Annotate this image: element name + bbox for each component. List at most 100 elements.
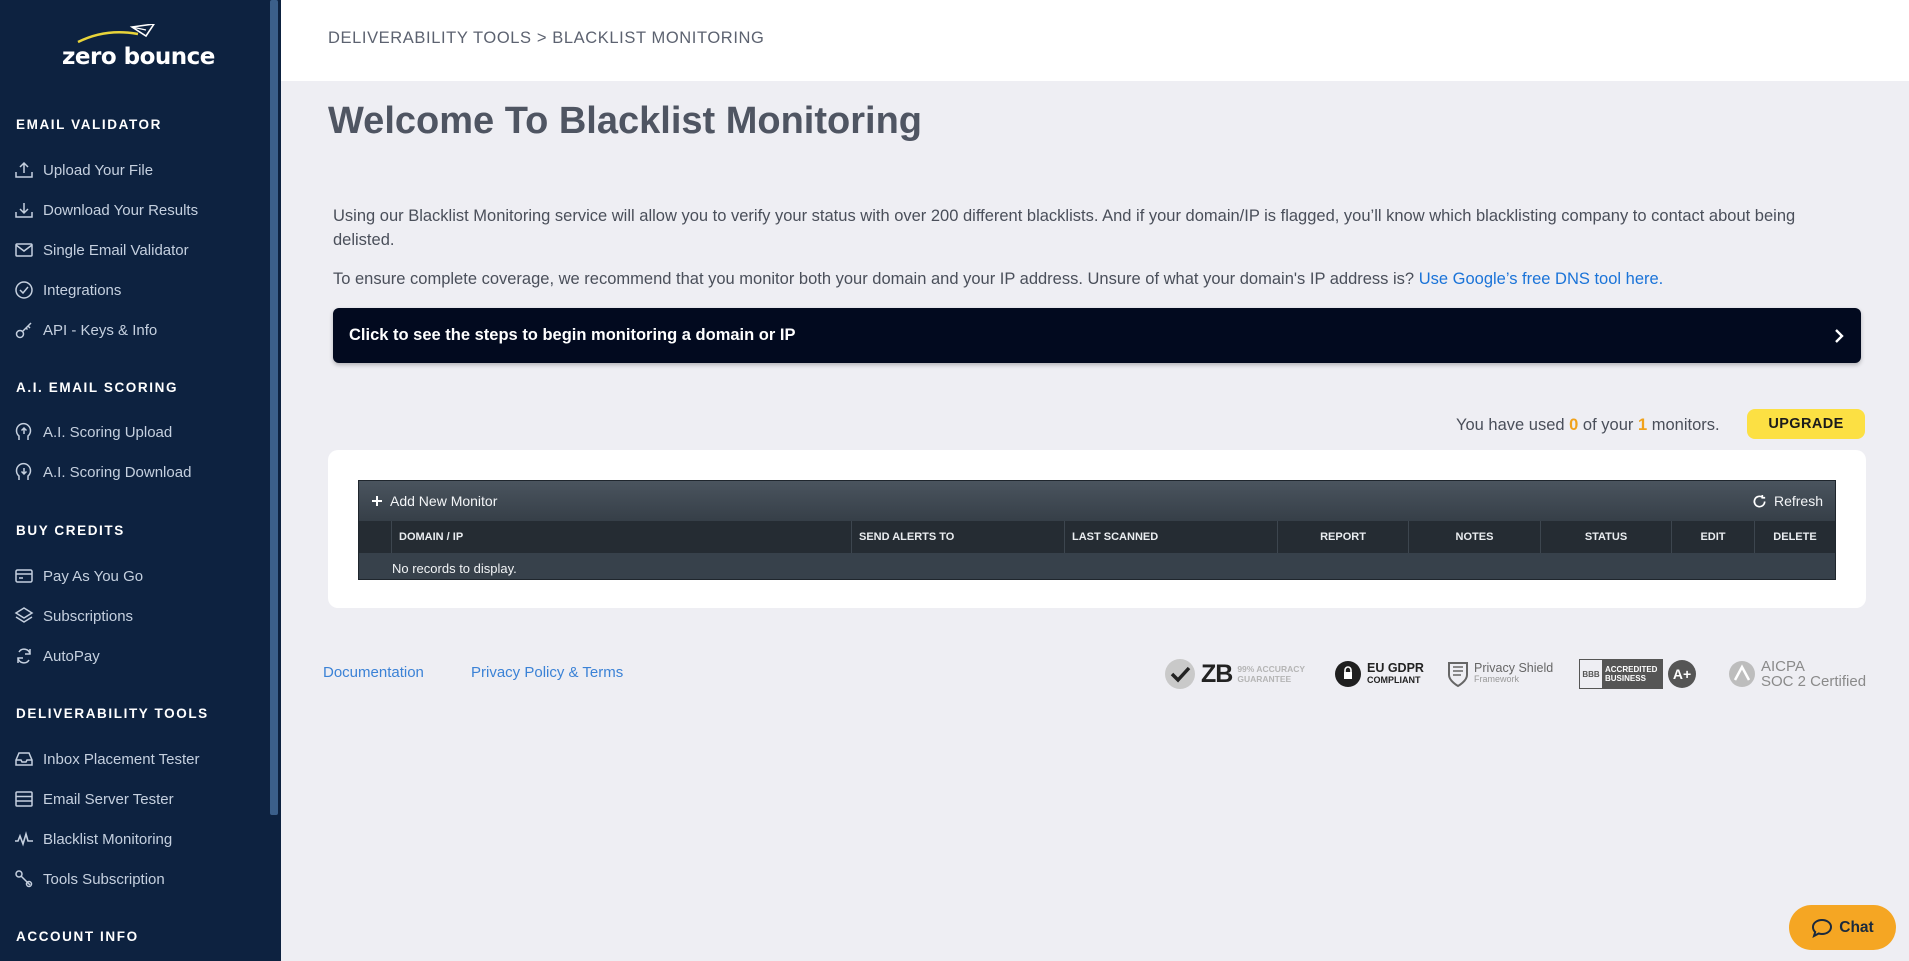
sidebar-item-inbox-placement-tester[interactable]: Inbox Placement Tester xyxy=(14,746,199,772)
privacy-shield-line2: Framework xyxy=(1474,674,1520,684)
bbb-grade: A+ xyxy=(1668,660,1696,688)
aicpa-line1: AICPA xyxy=(1761,658,1805,675)
column-domain-ip[interactable]: DOMAIN / IP xyxy=(391,521,851,553)
documentation-link[interactable]: Documentation xyxy=(323,664,424,681)
server-icon xyxy=(15,791,33,807)
sidebar-item-ai-scoring-download[interactable]: A.I. Scoring Download xyxy=(14,459,191,485)
aicpa-soc2-badge: AICPA SOC 2 Certified xyxy=(1728,656,1866,692)
shield-icon xyxy=(1448,662,1468,688)
sidebar-item-tools-subscription[interactable]: Tools Subscription xyxy=(14,866,165,892)
column-notes[interactable]: NOTES xyxy=(1408,521,1540,553)
sidebar-item-api-keys[interactable]: API - Keys & Info xyxy=(14,317,157,343)
section-title-account-info: ACCOUNT INFO xyxy=(16,929,139,944)
column-report[interactable]: REPORT xyxy=(1277,521,1408,553)
refresh-icon xyxy=(1753,494,1766,507)
monitors-grid: Add New Monitor Refresh DOMAIN / IP SEND… xyxy=(358,480,1836,580)
zb-badge-line2: GUARANTEE xyxy=(1237,674,1292,684)
grid-header: DOMAIN / IP SEND ALERTS TO LAST SCANNED … xyxy=(359,521,1835,553)
sidebar-item-subscriptions[interactable]: Subscriptions xyxy=(14,603,133,629)
grid-header-expand xyxy=(359,521,391,553)
tools-icon xyxy=(15,870,33,888)
coverage-text-body: To ensure complete coverage, we recommen… xyxy=(333,270,1419,288)
gdpr-badge-line1: EU GDPR xyxy=(1367,661,1424,675)
sidebar-item-label: A.I. Scoring Download xyxy=(43,463,192,481)
sidebar-item-label: Blacklist Monitoring xyxy=(43,830,173,848)
sidebar-item-label: Tools Subscription xyxy=(43,870,165,888)
brain-upload-icon xyxy=(15,422,32,440)
sidebar-item-label: Subscriptions xyxy=(43,607,134,625)
check-circle-icon xyxy=(15,281,33,299)
usage-suffix: monitors. xyxy=(1647,416,1720,434)
add-new-monitor-label: Add New Monitor xyxy=(390,493,498,509)
layers-icon xyxy=(14,607,34,623)
sidebar-item-label: Email Server Tester xyxy=(43,790,174,808)
sidebar-item-integrations[interactable]: Integrations xyxy=(14,277,121,303)
upload-icon xyxy=(15,161,33,178)
bbb-logo: BBB ACCREDITED BUSINESS xyxy=(1579,659,1663,689)
aicpa-line2: SOC 2 Certified xyxy=(1761,673,1867,690)
gdpr-badge-line2: COMPLIANT xyxy=(1367,675,1421,685)
add-new-monitor-button[interactable]: Add New Monitor xyxy=(371,493,497,509)
column-edit[interactable]: EDIT xyxy=(1671,521,1754,553)
sidebar: zero bounce EMAIL VALIDATOR Upload Your … xyxy=(0,0,281,961)
sidebar-item-pay-as-you-go[interactable]: Pay As You Go xyxy=(14,563,143,589)
sidebar-item-ai-scoring-upload[interactable]: A.I. Scoring Upload xyxy=(14,419,172,445)
lock-stars-icon xyxy=(1335,661,1361,687)
inbox-icon xyxy=(15,752,33,766)
page-title: Welcome To Blacklist Monitoring xyxy=(328,100,922,143)
chat-bubble-icon xyxy=(1812,918,1833,938)
page-title-bold: Blacklist Monitoring xyxy=(558,100,922,142)
zb-badge-line1: 99% ACCURACY xyxy=(1237,664,1306,674)
sidebar-item-label: Single Email Validator xyxy=(43,241,189,259)
sidebar-item-single-email-validator[interactable]: Single Email Validator xyxy=(14,237,189,263)
sidebar-item-email-server-tester[interactable]: Email Server Tester xyxy=(14,786,174,812)
sidebar-item-label: A.I. Scoring Upload xyxy=(43,423,173,441)
sidebar-item-autopay[interactable]: AutoPay xyxy=(14,643,100,669)
sidebar-item-upload-your-file[interactable]: Upload Your File xyxy=(14,157,153,183)
zerobounce-logo[interactable]: zero bounce xyxy=(62,22,215,72)
refresh-button[interactable]: Refresh xyxy=(1752,493,1823,509)
steps-accordion[interactable]: Click to see the steps to begin monitori… xyxy=(333,308,1861,363)
column-delete[interactable]: DELETE xyxy=(1754,521,1835,553)
privacy-shield-line1: Privacy Shield xyxy=(1474,661,1554,675)
sidebar-item-label: Pay As You Go xyxy=(43,567,144,585)
download-icon xyxy=(15,203,33,218)
bbb-line2: BUSINESS xyxy=(1605,674,1646,683)
column-send-alerts-to[interactable]: SEND ALERTS TO xyxy=(851,521,1064,553)
chat-label: Chat xyxy=(1839,918,1874,936)
breadcrumb: DELIVERABILITY TOOLS > BLACKLIST MONITOR… xyxy=(328,29,765,47)
sidebar-scrollbar[interactable] xyxy=(270,0,278,815)
grid-empty-message: No records to display. xyxy=(392,561,517,576)
refresh-label: Refresh xyxy=(1773,493,1823,509)
logo-text: zero bounce xyxy=(62,44,215,70)
sidebar-item-download-your-results[interactable]: Download Your Results xyxy=(14,197,198,223)
pulse-icon xyxy=(15,831,33,847)
intro-text: Using our Blacklist Monitoring service w… xyxy=(333,207,1796,249)
column-status[interactable]: STATUS xyxy=(1540,521,1671,553)
usage-used-count: 0 xyxy=(1569,416,1579,434)
sidebar-item-blacklist-monitoring[interactable]: Blacklist Monitoring xyxy=(14,826,172,852)
section-title-deliverability-tools: DELIVERABILITY TOOLS xyxy=(16,706,209,721)
privacy-shield-badge: Privacy Shield Framework xyxy=(1447,656,1553,692)
sidebar-item-label: Integrations xyxy=(43,281,122,299)
dns-tool-link[interactable]: Use Google’s free DNS tool here. xyxy=(1419,270,1664,288)
coverage-text: To ensure complete coverage, we recommen… xyxy=(333,267,1853,291)
sidebar-item-label: Upload Your File xyxy=(43,161,154,179)
gdpr-badge: EU GDPR COMPLIANT xyxy=(1334,656,1424,692)
upgrade-button[interactable]: UPGRADE xyxy=(1747,409,1865,439)
privacy-policy-link[interactable]: Privacy Policy & Terms xyxy=(471,664,623,681)
usage-total-count: 1 xyxy=(1637,416,1648,434)
credit-card-icon xyxy=(15,569,33,583)
bbb-line1: ACCREDITED xyxy=(1605,665,1658,674)
bbb-accredited-badge: BBB ACCREDITED BUSINESS A+ xyxy=(1579,656,1696,692)
page-title-prefix: Welcome To xyxy=(328,100,559,142)
key-icon xyxy=(15,322,32,339)
monitor-usage: You have used 0 of your 1 monitors. xyxy=(1456,416,1720,435)
steps-accordion-label: Click to see the steps to begin monitori… xyxy=(349,326,796,344)
zb-accuracy-badge: ZB 99% ACCURACY GUARANTEE xyxy=(1164,656,1305,692)
chevron-right-icon xyxy=(1835,328,1844,343)
usage-prefix: You have used xyxy=(1456,416,1570,434)
column-last-scanned[interactable]: LAST SCANNED xyxy=(1064,521,1277,553)
top-header: DELIVERABILITY TOOLS > BLACKLIST MONITOR… xyxy=(281,0,1909,81)
chat-button[interactable]: Chat xyxy=(1789,905,1896,950)
